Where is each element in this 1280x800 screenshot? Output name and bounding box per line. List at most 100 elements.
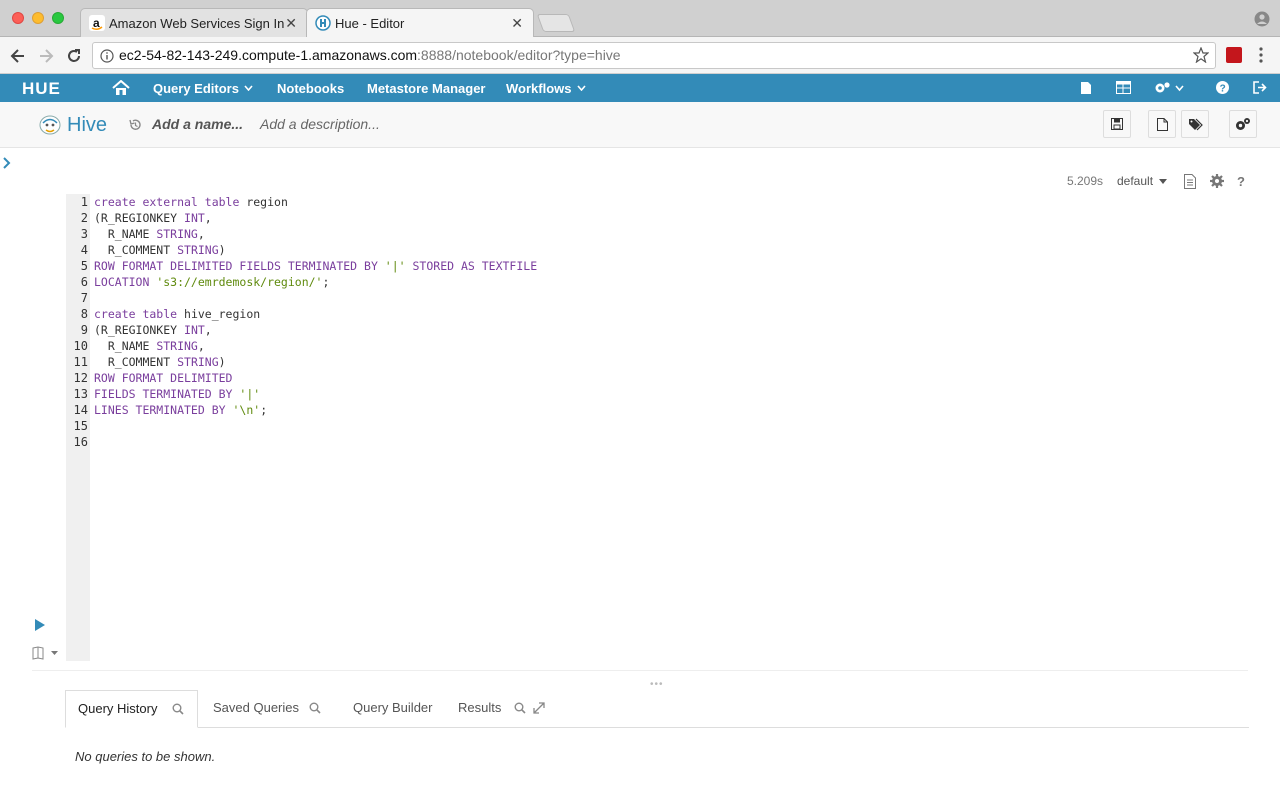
editor-divider (32, 670, 1248, 671)
line-number: 11 (73, 355, 88, 369)
book-icon[interactable] (32, 646, 60, 660)
query-description-field[interactable]: Add a description... (260, 116, 380, 132)
editor-type-title: Hive (67, 114, 108, 136)
nav-notebooks[interactable]: Notebooks (277, 81, 344, 96)
execution-time: 5.209s (1067, 174, 1104, 188)
nav-query-editors[interactable]: Query Editors (153, 81, 253, 96)
maximize-window-button[interactable] (52, 12, 64, 24)
svg-text:a: a (93, 16, 100, 30)
line-number: 3 (80, 227, 88, 241)
code-token: R_COMMENT (94, 243, 178, 257)
new-query-button[interactable] (1148, 110, 1176, 138)
line-number: 15 (73, 419, 88, 433)
browser-tab-title: Hue - Editor (335, 16, 405, 31)
line-number: 1 (80, 195, 88, 209)
tab-saved-queries-label: Saved Queries (213, 700, 299, 715)
tab-saved-queries[interactable]: Saved Queries (213, 690, 299, 728)
query-name-field[interactable]: Add a name... (152, 116, 243, 132)
line-number: 2 (80, 211, 88, 225)
code-line: R_COMMENT STRING) (94, 242, 226, 258)
close-window-button[interactable] (12, 12, 24, 24)
close-tab-icon[interactable]: ✕ (511, 15, 523, 32)
search-icon[interactable] (172, 703, 184, 715)
hue-navbar: HUE Query Editors Notebooks Metastore Ma… (0, 74, 1280, 102)
chevron-down-icon (576, 85, 586, 91)
reload-icon[interactable] (64, 46, 84, 66)
nav-metastore-manager[interactable]: Metastore Manager (367, 81, 485, 96)
browser-menu-icon[interactable] (1258, 46, 1264, 64)
profile-icon[interactable] (1254, 11, 1270, 27)
home-icon[interactable] (112, 80, 130, 96)
code-line: LINES TERMINATED BY '\n'; (94, 402, 267, 418)
code-token: ) (218, 355, 226, 369)
code-token: ROW FORMAT DELIMITED FIELDS TERMINATED B… (94, 259, 385, 273)
result-tabs: Query History Saved Queries Query Builde… (65, 690, 1249, 728)
tab-query-history[interactable]: Query History (65, 690, 198, 728)
documents-icon[interactable] (1080, 81, 1092, 95)
code-token: (R_REGIONKEY (94, 323, 185, 337)
database-select[interactable]: default (1117, 174, 1168, 188)
help-icon[interactable]: ? (1216, 81, 1229, 94)
close-tab-icon[interactable]: ✕ (285, 15, 297, 32)
new-document-icon (1156, 117, 1168, 131)
minimize-window-button[interactable] (32, 12, 44, 24)
acrobat-extension-icon[interactable] (1226, 47, 1242, 63)
table-browser-icon[interactable] (1116, 81, 1131, 94)
settings-cogs-icon[interactable] (1154, 81, 1186, 95)
search-icon[interactable] (309, 702, 321, 714)
code-token: INT (184, 323, 205, 337)
line-number: 14 (73, 403, 88, 417)
address-bar[interactable]: ec2-54-82-143-249.compute-1.amazonaws.co… (92, 42, 1216, 69)
code-line: ROW FORMAT DELIMITED FIELDS TERMINATED B… (94, 258, 537, 274)
code-line: LOCATION 's3://emrdemosk/region/'; (94, 274, 329, 290)
history-icon[interactable] (128, 118, 142, 132)
line-number: 6 (80, 275, 88, 289)
cogs-icon (1236, 118, 1250, 130)
line-number: 10 (73, 339, 88, 353)
browser-tab-hue[interactable]: Hue - Editor ✕ (306, 8, 534, 38)
url-path: :8888/notebook/editor?type=hive (417, 47, 621, 63)
save-icon (1111, 118, 1123, 130)
execute-play-icon[interactable] (34, 619, 46, 631)
forward-arrow-icon[interactable] (36, 46, 56, 66)
code-token: hive_region (184, 307, 261, 321)
editor-header: Hive Add a name... Add a description... (0, 102, 1280, 148)
format-document-icon[interactable] (1184, 174, 1196, 189)
code-token: R_COMMENT (94, 355, 178, 369)
info-icon[interactable] (100, 49, 114, 63)
empty-history-message: No queries to be shown. (75, 749, 216, 764)
nav-workflows[interactable]: Workflows (506, 81, 586, 96)
code-token: ROW FORMAT DELIMITED (94, 371, 233, 385)
new-tab-button[interactable] (536, 14, 576, 32)
expand-icon[interactable] (533, 702, 545, 714)
help-question-icon[interactable]: ? (1237, 174, 1247, 188)
save-button[interactable] (1103, 110, 1131, 138)
line-number: 12 (73, 371, 88, 385)
code-token: FIELDS TERMINATED BY (94, 387, 240, 401)
logout-icon[interactable] (1253, 81, 1267, 94)
session-settings-button[interactable] (1229, 110, 1257, 138)
amazon-favicon-icon: a (89, 15, 105, 31)
code-token: , (197, 227, 205, 241)
code-token: '|' (239, 387, 261, 401)
database-select-value: default (1117, 174, 1154, 188)
tab-query-builder[interactable]: Query Builder (353, 690, 432, 728)
bookmark-star-icon[interactable] (1193, 47, 1209, 63)
back-arrow-icon[interactable] (8, 46, 28, 66)
browser-tab-aws[interactable]: a Amazon Web Services Sign In ✕ (80, 8, 308, 37)
code-line: create table hive_region (94, 306, 260, 322)
tags-button[interactable] (1181, 110, 1209, 138)
code-line: (R_REGIONKEY INT, (94, 210, 212, 226)
editor-settings-icon[interactable] (1210, 174, 1224, 188)
tab-query-builder-label: Query Builder (353, 700, 433, 715)
chevron-right-icon[interactable] (2, 156, 12, 170)
line-number: 4 (80, 243, 88, 257)
code-line: (R_REGIONKEY INT, (94, 322, 212, 338)
resize-handle[interactable]: ••• (650, 679, 664, 690)
code-line: FIELDS TERMINATED BY '|' (94, 386, 260, 402)
search-icon[interactable] (514, 702, 526, 714)
hue-logo[interactable]: HUE (22, 79, 78, 97)
code-token: R_NAME (94, 227, 157, 241)
tab-results[interactable]: Results (458, 690, 501, 728)
tab-results-label: Results (458, 700, 502, 715)
